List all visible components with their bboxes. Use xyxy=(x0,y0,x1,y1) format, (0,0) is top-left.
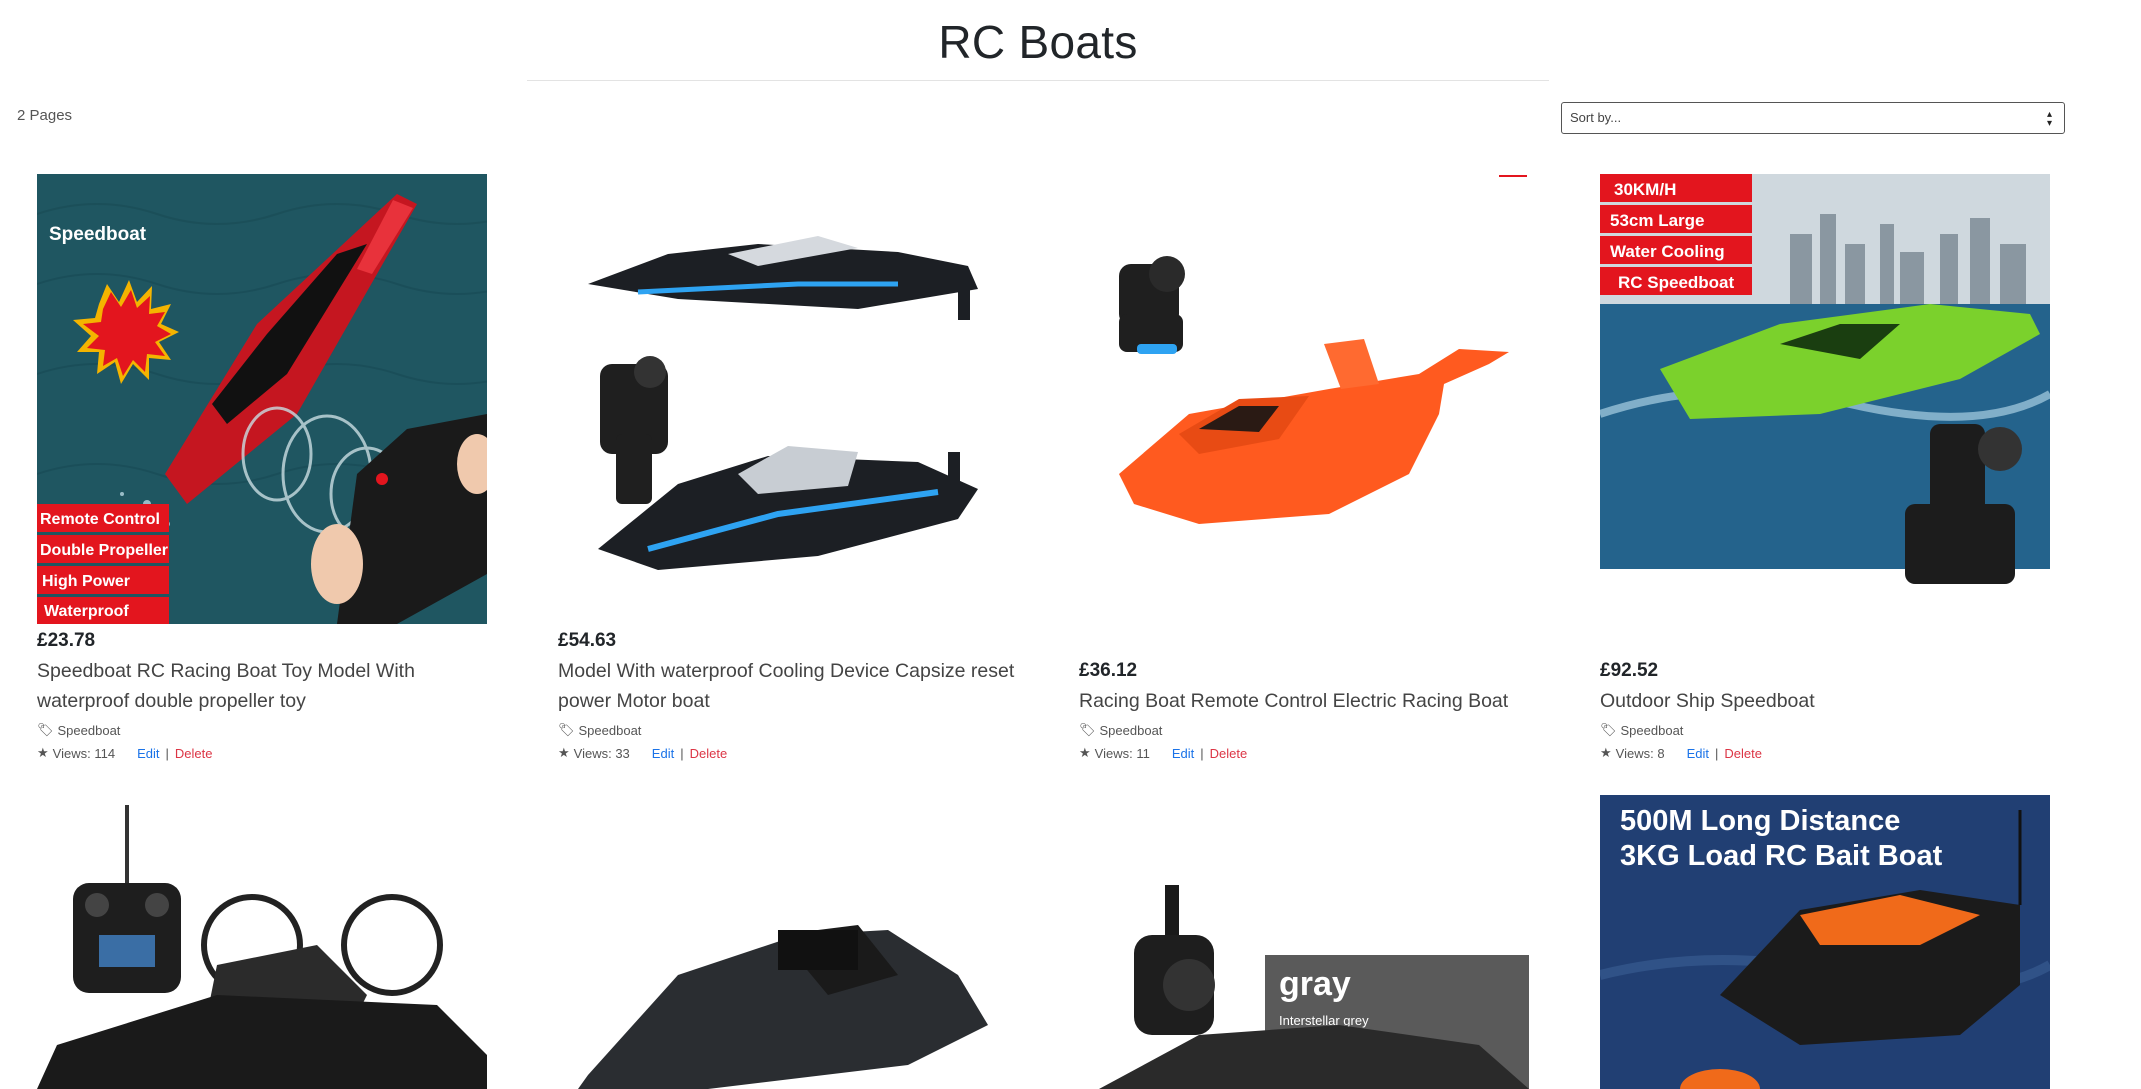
product-category[interactable]: 🏷 Speedboat xyxy=(37,722,120,738)
badge-text: 30KM/H xyxy=(1614,180,1676,199)
product-card xyxy=(37,795,487,1089)
product-card: £36.12 Racing Boat Remote Control Electr… xyxy=(1079,174,1529,764)
product-price: £92.52 xyxy=(1600,660,1659,681)
product-card: 500M Long Distance 3KG Load RC Bait Boat xyxy=(1600,795,2050,1089)
product-card: Speedboat Remote Control Double Propelle… xyxy=(37,174,487,764)
tag-icon: 🏷 xyxy=(1600,722,1617,737)
product-image[interactable]: 30KM/H 53cm Large Water Cooling RC Speed… xyxy=(1600,174,2050,624)
page-title: RC Boats xyxy=(938,16,1138,68)
product-meta: ★ Views: 114 Edit | Delete xyxy=(37,745,212,761)
separator: | xyxy=(680,745,684,761)
product-meta: ★ Views: 33 Edit | Delete xyxy=(558,745,727,761)
category-label: Speedboat xyxy=(1099,722,1163,738)
product-image[interactable]: 500M Long Distance 3KG Load RC Bait Boat xyxy=(1600,795,2050,1089)
category-label: Speedboat xyxy=(578,722,642,738)
image-text: 3KG Load RC Bait Boat xyxy=(1620,840,1943,872)
tag-icon: 🏷 xyxy=(1079,722,1096,737)
product-image[interactable] xyxy=(37,795,487,1089)
edit-link[interactable]: Edit xyxy=(652,746,674,761)
image-text: 500M Long Distance xyxy=(1620,805,1900,837)
edit-link[interactable]: Edit xyxy=(137,746,159,761)
category-label: Speedboat xyxy=(1620,722,1684,738)
product-category[interactable]: 🏷 Speedboat xyxy=(558,722,641,738)
category-label: Speedboat xyxy=(57,722,121,738)
page-header: RC Boats xyxy=(527,0,1549,81)
separator: | xyxy=(1200,745,1204,761)
tag-icon: 🏷 xyxy=(37,722,54,737)
delete-link[interactable]: Delete xyxy=(1724,746,1762,761)
badge-text: Remote Control xyxy=(40,511,160,528)
delete-link[interactable]: Delete xyxy=(1210,746,1248,761)
product-meta: ★ Views: 8 Edit | Delete xyxy=(1600,745,1762,761)
product-meta: ★ Views: 11 Edit | Delete xyxy=(1079,745,1247,761)
views-count: Views: 11 xyxy=(1094,745,1150,761)
product-card: £54.63 Model With waterproof Cooling Dev… xyxy=(558,174,1014,764)
product-card xyxy=(558,795,1008,1089)
badge-text: High Power xyxy=(42,573,130,590)
sort-select[interactable]: Sort by... ▴ ▾ xyxy=(1561,102,2065,134)
product-image[interactable] xyxy=(558,795,1008,1089)
star-icon: ★ xyxy=(1079,745,1091,760)
tag-icon: 🏷 xyxy=(558,722,575,737)
views-count: Views: 8 xyxy=(1615,745,1665,761)
product-price: £54.63 xyxy=(558,630,617,651)
edit-link[interactable]: Edit xyxy=(1172,746,1194,761)
sort-placeholder: Sort by... xyxy=(1570,110,1622,125)
badge-text: Waterproof xyxy=(44,603,129,620)
product-title[interactable]: Outdoor Ship Speedboat xyxy=(1600,686,2070,716)
delete-link[interactable]: Delete xyxy=(690,746,728,761)
views-count: Views: 114 xyxy=(52,745,116,761)
product-price: £23.78 xyxy=(37,630,96,651)
views-count: Views: 33 xyxy=(573,745,630,761)
product-title[interactable]: Racing Boat Remote Control Electric Raci… xyxy=(1079,686,1549,716)
product-title[interactable]: Model With waterproof Cooling Device Cap… xyxy=(558,656,1028,716)
edit-link[interactable]: Edit xyxy=(1687,746,1709,761)
product-image[interactable] xyxy=(558,174,1008,624)
product-image[interactable] xyxy=(1079,174,1529,624)
star-icon: ★ xyxy=(1600,745,1612,760)
badge-text: Double Propeller xyxy=(40,542,168,559)
product-card: 30KM/H 53cm Large Water Cooling RC Speed… xyxy=(1600,174,2050,764)
badge-text: Speedboat xyxy=(49,224,147,245)
star-icon: ★ xyxy=(37,745,49,760)
separator: | xyxy=(1714,745,1719,761)
separator: | xyxy=(165,745,169,761)
product-category[interactable]: 🏷 Speedboat xyxy=(1079,722,1162,738)
pages-count: 2 Pages xyxy=(17,107,73,124)
delete-link[interactable]: Delete xyxy=(175,746,213,761)
product-image[interactable]: gray Interstellar grey xyxy=(1079,795,1529,1089)
star-icon: ★ xyxy=(558,745,570,760)
image-text: gray xyxy=(1279,965,1351,1003)
select-arrows-icon: ▴ ▾ xyxy=(2046,109,2052,129)
badge-text: RC Speedboat xyxy=(1618,273,1735,292)
image-text: Interstellar grey xyxy=(1279,1013,1369,1028)
product-category[interactable]: 🏷 Speedboat xyxy=(1600,722,1683,738)
badge-text: Water Cooling xyxy=(1610,242,1725,261)
product-image[interactable]: Speedboat Remote Control Double Propelle… xyxy=(37,174,487,624)
product-card: gray Interstellar grey xyxy=(1079,795,1529,1089)
product-title[interactable]: Speedboat RC Racing Boat Toy Model With … xyxy=(37,656,507,716)
product-price: £36.12 xyxy=(1079,660,1138,681)
badge-text: 53cm Large xyxy=(1610,211,1705,230)
